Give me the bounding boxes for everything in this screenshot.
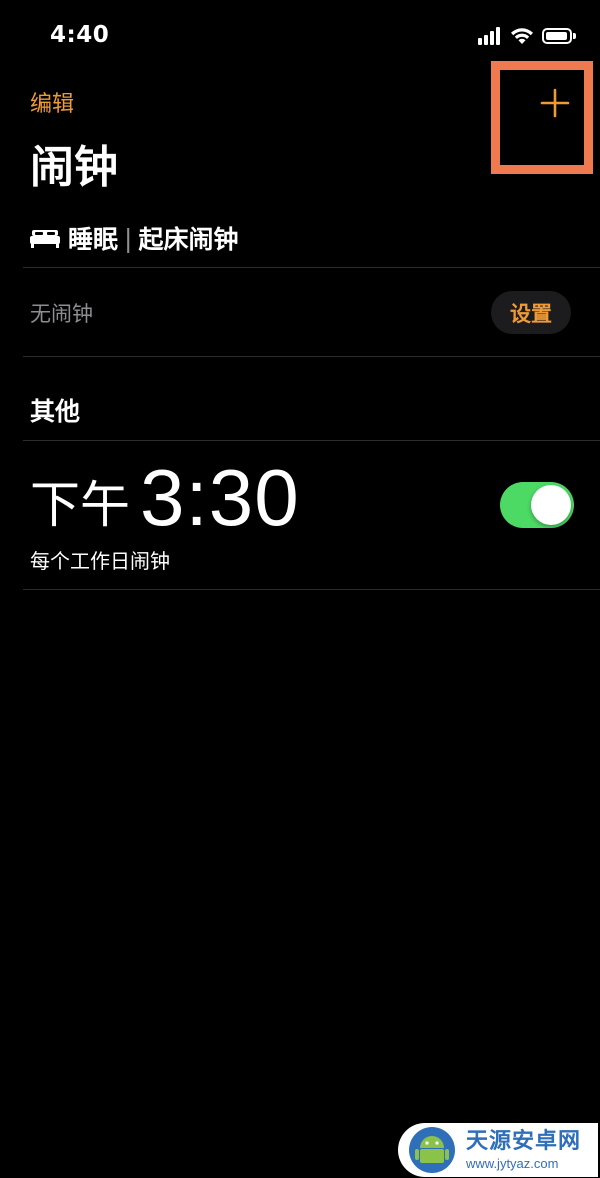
- wifi-icon: [511, 28, 533, 44]
- status-icons: [478, 26, 576, 46]
- sleep-label: 睡眠: [68, 225, 119, 254]
- divider: [23, 440, 600, 441]
- sleep-status: 无闹钟: [30, 302, 93, 326]
- edit-button[interactable]: 编辑: [30, 86, 74, 118]
- sleep-header: 睡眠 | 起床闹钟: [30, 218, 238, 258]
- toggle-knob: [531, 485, 571, 525]
- alarm-row[interactable]: 下午 3:30: [30, 458, 300, 538]
- divider: [23, 356, 600, 357]
- watermark-name: 天源安卓网: [466, 1128, 582, 1154]
- plus-icon: [540, 88, 570, 118]
- alarm-time: 3:30: [140, 453, 300, 542]
- add-alarm-button[interactable]: [535, 83, 575, 123]
- other-section-title: 其他: [30, 397, 81, 426]
- sleep-set-button[interactable]: 设置: [491, 291, 571, 334]
- sleep-subtitle: 起床闹钟: [138, 225, 239, 254]
- status-time: 4:40: [50, 22, 110, 48]
- battery-icon: [542, 28, 576, 44]
- sleep-separator: |: [124, 223, 133, 253]
- signal-bars-icon: [478, 27, 500, 45]
- alarm-repeat-label: 每个工作日闹钟: [30, 549, 170, 573]
- divider: [23, 267, 600, 268]
- watermark-url: www.jytyaz.com: [466, 1155, 559, 1171]
- status-bar: 4:40: [0, 0, 600, 70]
- alarm-period: 下午: [30, 476, 130, 534]
- page-title: 闹钟: [30, 142, 118, 193]
- watermark: 天源安卓网 www.jytyaz.com: [398, 1123, 598, 1177]
- bed-icon: [30, 230, 60, 248]
- divider: [23, 589, 600, 590]
- android-logo-icon: [409, 1127, 455, 1173]
- alarm-toggle[interactable]: [500, 482, 574, 528]
